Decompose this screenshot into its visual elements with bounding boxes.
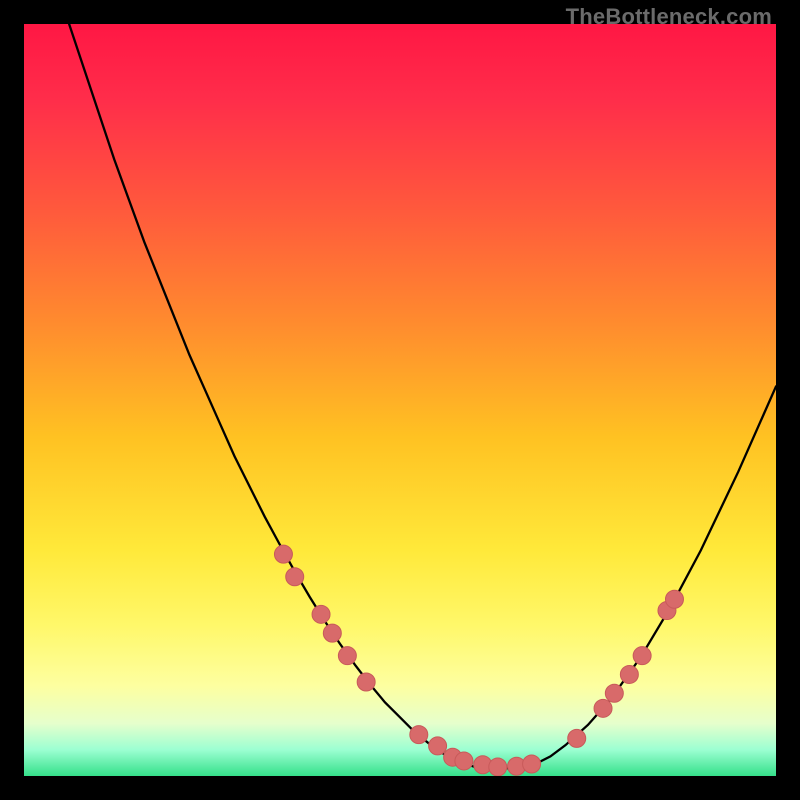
data-marker <box>410 726 428 744</box>
data-marker <box>594 699 612 717</box>
data-marker <box>605 684 623 702</box>
data-marker <box>633 647 651 665</box>
data-marker <box>665 590 683 608</box>
data-marker <box>357 673 375 691</box>
data-marker <box>338 647 356 665</box>
data-marker <box>568 729 586 747</box>
data-marker <box>312 605 330 623</box>
gradient-background <box>24 24 776 776</box>
data-marker <box>274 545 292 563</box>
watermark-text: TheBottleneck.com <box>566 4 772 30</box>
data-marker <box>489 758 507 776</box>
bottleneck-chart <box>24 24 776 776</box>
data-marker <box>323 624 341 642</box>
data-marker <box>523 755 541 773</box>
data-marker <box>429 737 447 755</box>
data-marker <box>455 752 473 770</box>
data-marker <box>620 665 638 683</box>
data-marker <box>286 568 304 586</box>
chart-frame <box>24 24 776 776</box>
